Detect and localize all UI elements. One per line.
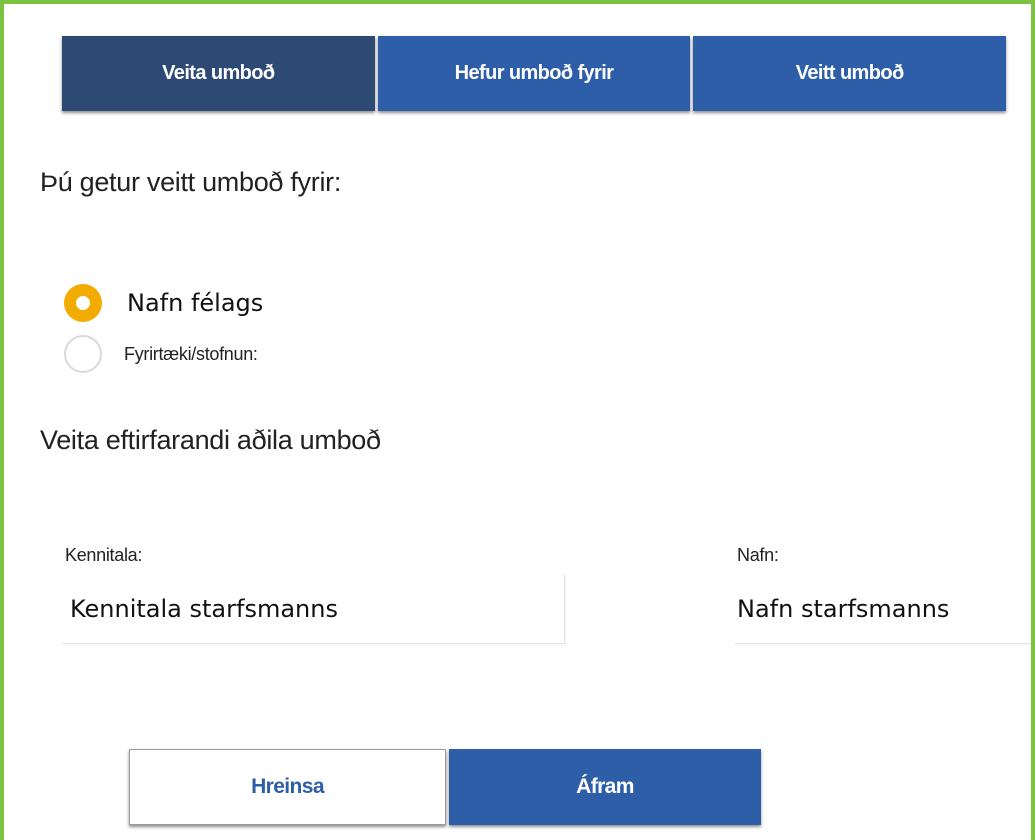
nafn-label: Nafn: bbox=[737, 545, 779, 565]
clear-button[interactable]: Hreinsa bbox=[129, 749, 446, 825]
next-button[interactable]: Áfram bbox=[449, 749, 761, 825]
radio-option-nafn-felags[interactable]: Nafn félags bbox=[64, 284, 263, 322]
tab-veitt-umbod[interactable]: Veitt umboð bbox=[693, 36, 1007, 111]
radio-option-fyrirtaeki[interactable]: Fyrirtæki/stofnun: bbox=[64, 335, 258, 373]
nafn-input[interactable]: Nafn starfsmanns bbox=[735, 574, 1031, 644]
tab-veita-umbod[interactable]: Veita umboð bbox=[62, 36, 375, 111]
radio-checked-icon[interactable] bbox=[64, 284, 102, 322]
tab-bar: Veita umboð Hefur umboð fyrir Veitt umbo… bbox=[62, 36, 1007, 111]
kennitala-label: Kennitala: bbox=[65, 545, 143, 565]
radio-label: Fyrirtæki/stofnun: bbox=[124, 343, 258, 364]
tab-hefur-umbod-fyrir[interactable]: Hefur umboð fyrir bbox=[377, 36, 691, 111]
form-frame: Veita umboð Hefur umboð fyrir Veitt umbo… bbox=[0, 0, 1035, 840]
radio-unchecked-icon[interactable] bbox=[64, 335, 102, 373]
section-heading-grant-for: Þú getur veitt umboð fyrir: bbox=[40, 167, 342, 197]
kennitala-input[interactable]: Kennitala starfsmanns bbox=[62, 574, 565, 644]
radio-label: Nafn félags bbox=[127, 289, 264, 317]
section-heading-grant-to: Veita eftirfarandi aðila umboð bbox=[40, 425, 381, 455]
